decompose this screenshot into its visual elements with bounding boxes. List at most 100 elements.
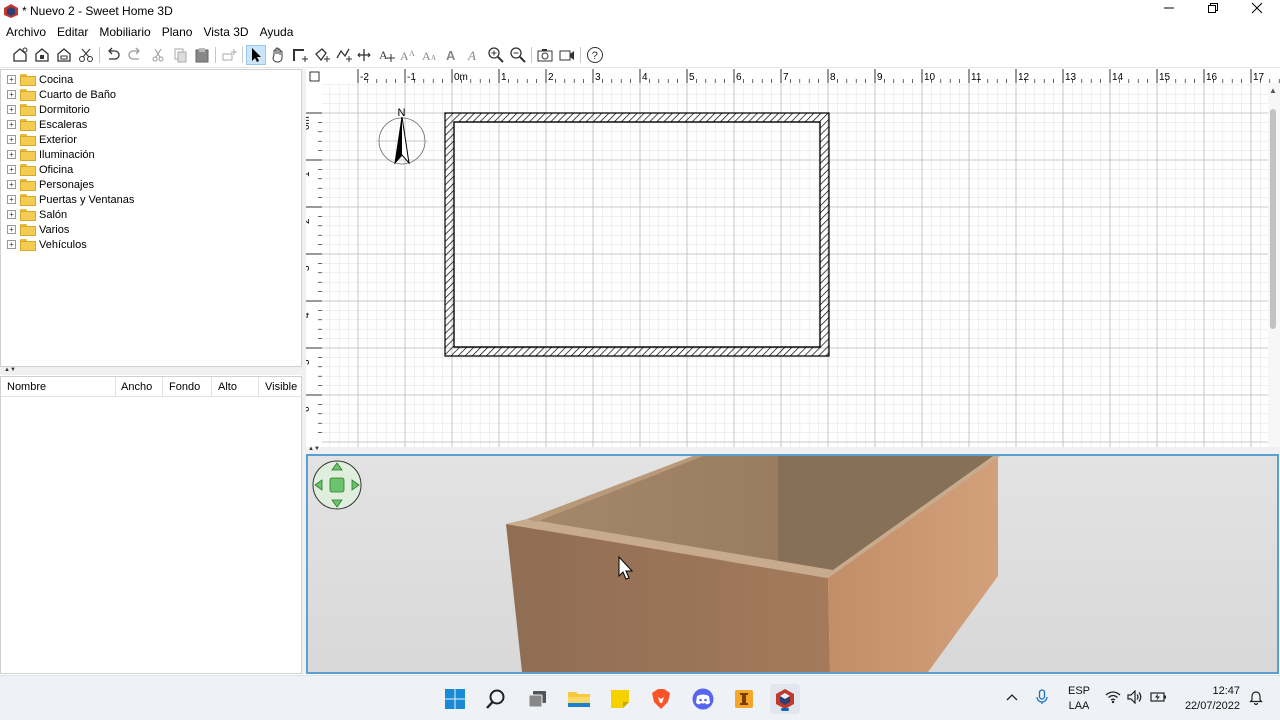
column-nombre[interactable]: Nombre (7, 381, 46, 393)
battery-button[interactable] (1150, 690, 1168, 707)
catalog-category-personajes[interactable]: + Personajes (7, 177, 94, 192)
copy-button[interactable] (170, 45, 190, 65)
expand-icon[interactable]: + (7, 195, 16, 204)
column-alto[interactable]: Alto (218, 381, 237, 393)
3d-view[interactable] (306, 454, 1279, 674)
new-home-button[interactable] (10, 45, 30, 65)
taskbar-clock[interactable]: 12:47 22/07/2022 (1180, 685, 1240, 712)
expand-icon[interactable]: + (7, 150, 16, 159)
ruler-y-label: 3 (306, 265, 312, 271)
show-hidden-icons-button[interactable] (1005, 690, 1019, 707)
start-button[interactable] (440, 684, 470, 714)
catalog-category-vehiculos[interactable]: + Vehículos (7, 237, 87, 252)
catalog-category-puertas-y-ventanas[interactable]: + Puertas y Ventanas (7, 192, 134, 207)
close-button[interactable] (1234, 0, 1280, 22)
sticky-notes-button[interactable] (605, 684, 635, 714)
ruler-x-label: 4 (642, 72, 648, 83)
catalog-category-oficina[interactable]: + Oficina (7, 162, 73, 177)
create-polylines-button[interactable] (334, 45, 354, 65)
menu-archivo[interactable]: Archivo (0, 22, 51, 39)
italic-icon: A (467, 48, 476, 63)
3d-canvas[interactable] (308, 456, 1277, 672)
discord-button[interactable] (688, 684, 718, 714)
help-button[interactable]: ? (585, 45, 605, 65)
open-button[interactable] (32, 45, 52, 65)
column-ancho[interactable]: Ancho (121, 381, 152, 393)
expand-icon[interactable]: + (7, 105, 16, 114)
3d-navigation-control[interactable] (312, 460, 362, 510)
paste-button[interactable] (192, 45, 212, 65)
svg-text:A: A (422, 49, 431, 63)
create-walls-button[interactable] (290, 45, 310, 65)
minimize-button[interactable] (1146, 0, 1192, 22)
notifications-button[interactable] (1249, 689, 1263, 708)
create-video-button[interactable] (557, 45, 577, 65)
select-mode-button[interactable] (246, 45, 266, 65)
catalog-category-varios[interactable]: + Varios (7, 222, 69, 237)
zoom-out-button[interactable] (508, 45, 528, 65)
create-photo-button[interactable] (535, 45, 555, 65)
folder-icon (20, 73, 36, 86)
brave-browser-button[interactable] (646, 684, 676, 714)
bold-text-button[interactable]: A (442, 45, 462, 65)
chevron-up-icon (1006, 694, 1018, 701)
speaker-icon (1127, 689, 1142, 705)
cut-button-2[interactable] (76, 45, 96, 65)
catalog-category-iluminacion[interactable]: + Iluminación (7, 147, 95, 162)
taskbar-app-button[interactable] (729, 684, 759, 714)
catalog-category-cuarto-de-bano[interactable]: + Cuarto de Baño (7, 87, 116, 102)
column-fondo[interactable]: Fondo (169, 381, 200, 393)
plan-scrollbar-thumb[interactable] (1270, 109, 1276, 329)
expand-icon[interactable]: + (7, 180, 16, 189)
plan-view[interactable]: -2-10m1234567891011121314151617 0m123456… (306, 69, 1280, 447)
input-language-indicator[interactable]: ESP LAA (1068, 685, 1090, 712)
menu-plano[interactable]: Plano (156, 22, 198, 39)
save-button[interactable] (54, 45, 74, 65)
sweet-home-3d-taskbar-button[interactable] (770, 684, 800, 714)
file-explorer-button[interactable] (564, 684, 594, 714)
expand-icon[interactable]: + (7, 165, 16, 174)
restore-button[interactable] (1190, 0, 1236, 22)
plan-canvas[interactable]: -2-10m1234567891011121314151617 0m123456… (306, 69, 1280, 447)
undo-button[interactable] (103, 45, 123, 65)
menu-editar[interactable]: Editar (51, 22, 93, 39)
add-furniture-button[interactable] (219, 45, 239, 65)
add-text-button[interactable]: A (376, 45, 396, 65)
italic-text-button[interactable]: A (463, 45, 483, 65)
microphone-button[interactable] (1035, 689, 1049, 708)
expand-icon[interactable]: + (7, 90, 16, 99)
menu-vista-3d[interactable]: Vista 3D (197, 22, 253, 39)
expand-icon[interactable]: + (7, 75, 16, 84)
catalog-category-escaleras[interactable]: + Escaleras (7, 117, 87, 132)
ruler-y-label: 4 (306, 312, 312, 318)
menu-ayuda[interactable]: Ayuda (254, 22, 299, 39)
task-view-button[interactable] (523, 684, 553, 714)
create-dimensions-button[interactable] (355, 45, 375, 65)
catalog-splitter[interactable]: ▲▼ (0, 367, 302, 375)
increase-text-size-button[interactable]: AA (398, 45, 418, 65)
catalog-category-exterior[interactable]: + Exterior (7, 132, 77, 147)
expand-icon[interactable]: + (7, 225, 16, 234)
cut-button[interactable] (148, 45, 168, 65)
zoom-in-button[interactable] (486, 45, 506, 65)
menu-mobiliario[interactable]: Mobiliario (93, 22, 155, 39)
catalog-category-cocina[interactable]: + Cocina (7, 72, 73, 87)
expand-icon[interactable]: + (7, 135, 16, 144)
plan-3d-splitter[interactable]: ▲▼ (306, 446, 1280, 454)
discord-icon (692, 688, 714, 710)
expand-icon[interactable]: + (7, 120, 16, 129)
taskbar-search-button[interactable] (481, 684, 511, 714)
volume-button[interactable] (1127, 689, 1143, 707)
expand-icon[interactable]: + (7, 210, 16, 219)
create-rooms-button[interactable] (312, 45, 332, 65)
decrease-text-size-button[interactable]: AA (420, 45, 440, 65)
network-button[interactable] (1105, 690, 1121, 707)
compass-rose[interactable]: N (376, 107, 428, 165)
add-text-icon: A (379, 48, 395, 62)
pan-mode-button[interactable] (268, 45, 288, 65)
redo-button[interactable] (125, 45, 145, 65)
catalog-category-salon[interactable]: + Salón (7, 207, 67, 222)
expand-icon[interactable]: + (7, 240, 16, 249)
catalog-category-dormitorio[interactable]: + Dormitorio (7, 102, 90, 117)
column-visible[interactable]: Visible (265, 381, 297, 393)
